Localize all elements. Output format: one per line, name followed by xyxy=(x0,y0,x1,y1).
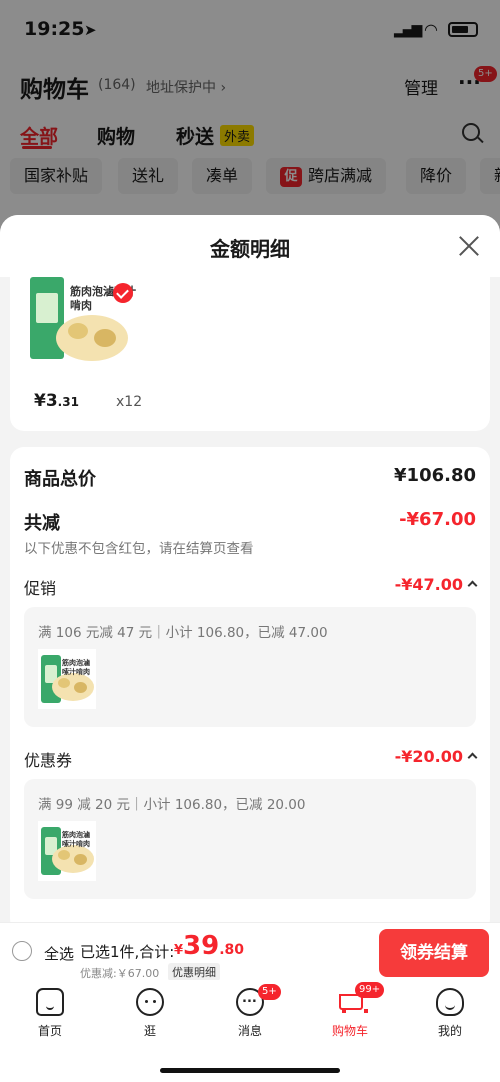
tabbar-stroll[interactable]: 逛 xyxy=(110,988,190,1039)
cart-icon: 99+ xyxy=(335,982,385,1016)
promo-product-thumb: 筋肉泡滷嗦汁啃肉 xyxy=(38,649,96,709)
select-all-label[interactable]: 全选 xyxy=(44,943,74,964)
tabbar-label: 消息 xyxy=(237,1024,262,1038)
total-label: 商品总价 xyxy=(24,469,96,490)
checkout-total: ¥39.80 xyxy=(174,931,245,961)
home-indicator xyxy=(160,1068,340,1073)
stroll-icon xyxy=(136,988,164,1016)
discount-amount: 优惠减:￥67.00 xyxy=(80,967,160,980)
summary-card: 商品总价 ¥106.80 共减 -¥67.00 以下优惠不包含红包，请在结算页查… xyxy=(10,447,490,933)
reduce-label: 共减 xyxy=(24,513,60,534)
collapse-caret-icon xyxy=(467,752,478,763)
reduce-value: -¥67.00 xyxy=(399,509,476,530)
coupon-label: 优惠券 xyxy=(24,751,73,770)
tabbar-home[interactable]: 首页 xyxy=(10,988,90,1039)
coupon-product-thumb: 筋肉泡滷嗦汁啃肉 xyxy=(38,821,96,881)
coupon-value[interactable]: -¥20.00 xyxy=(395,747,478,766)
coupon-detail-box: 满 99 减 20 元｜小计 106.80，已减 20.00 筋肉泡滷嗦汁啃肉 xyxy=(24,779,476,899)
discount-note: 以下优惠不包含红包，请在结算页查看 xyxy=(24,541,254,557)
selected-summary: 已选1件,合计: xyxy=(80,943,175,961)
home-icon xyxy=(36,988,64,1016)
collapse-caret-icon xyxy=(467,580,478,591)
product-price: ¥3.31 xyxy=(34,391,79,411)
product-card: 筋肉泡滷嗦汁啃肉 ¥3.31 x12 xyxy=(10,277,490,431)
product-bowl xyxy=(56,315,128,361)
promo-detail-box: 满 106 元减 47 元｜小计 106.80，已减 47.00 筋肉泡滷嗦汁啃… xyxy=(24,607,476,727)
discount-detail-link[interactable]: 优惠明细 xyxy=(168,963,220,981)
tabbar-message[interactable]: 5+ 消息 xyxy=(210,984,290,1039)
select-all-radio[interactable] xyxy=(12,941,32,961)
coupon-detail-text: 满 99 减 20 元｜小计 106.80，已减 20.00 xyxy=(38,797,306,813)
promo-label: 促销 xyxy=(24,579,57,598)
cart-badge: 99+ xyxy=(355,982,385,998)
tabbar-label: 首页 xyxy=(37,1024,62,1038)
tabbar-label: 购物车 xyxy=(331,1024,368,1038)
settle-button[interactable]: 领券结算 xyxy=(379,929,489,977)
tabbar-cart[interactable]: 99+ 购物车 xyxy=(310,982,390,1039)
tabbar-label: 逛 xyxy=(143,1024,156,1038)
message-badge: 5+ xyxy=(258,984,281,1000)
profile-icon xyxy=(436,988,464,1016)
tabbar-profile[interactable]: 我的 xyxy=(410,988,490,1039)
cart-page-background: 19:25 ➤ ▂▄▆ ◠ 购物车 (164) 地址保护中 › 管理 ··· 5… xyxy=(0,0,500,230)
checkout-bar: 全选 已选1件,合计: ¥39.80 优惠减:￥67.00 优惠明细 领券结算 xyxy=(0,922,500,981)
checked-icon[interactable] xyxy=(113,283,133,303)
sheet-header: 金额明细 xyxy=(0,215,500,277)
product-quantity: x12 xyxy=(116,394,143,410)
close-icon[interactable] xyxy=(456,233,482,259)
sheet-title: 金额明细 xyxy=(210,237,290,261)
tabbar-label: 我的 xyxy=(437,1024,462,1038)
overlay-dim[interactable] xyxy=(0,0,500,230)
promo-value[interactable]: -¥47.00 xyxy=(395,575,478,594)
message-icon: 5+ xyxy=(236,984,281,1016)
promo-detail-text: 满 106 元减 47 元｜小计 106.80，已减 47.00 xyxy=(38,625,328,641)
total-value: ¥106.80 xyxy=(394,465,476,486)
bottom-tab-bar: 首页 逛 5+ 消息 99+ 购物车 我的 xyxy=(0,980,500,1082)
